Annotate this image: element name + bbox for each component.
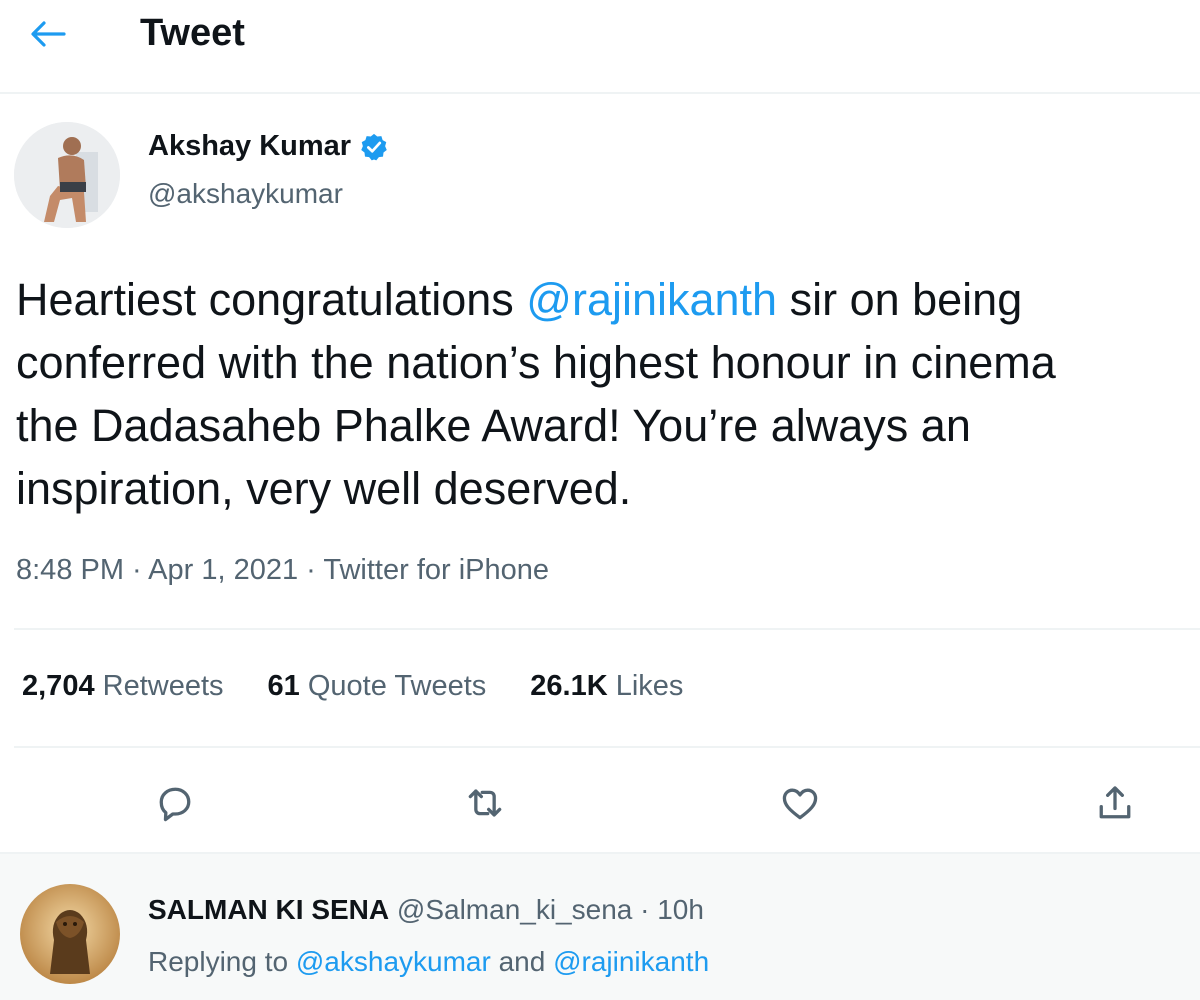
quote-tweets-stat[interactable]: 61 Quote Tweets: [268, 670, 487, 703]
share-button[interactable]: [1090, 778, 1140, 828]
likes-count: 26.1K: [530, 670, 608, 702]
tweet-actions: [0, 770, 1200, 836]
tweet-author: Akshay Kumar @akshaykumar: [0, 94, 1200, 244]
arrow-left-icon: [31, 21, 66, 47]
tweet-timestamp[interactable]: 8:48 PM · Apr 1, 2021 · Twitter for iPho…: [16, 554, 549, 587]
reply-handle-time[interactable]: @Salman_ki_sena · 10h: [397, 894, 704, 925]
retweet-icon: [468, 789, 502, 817]
share-icon: [1099, 786, 1131, 819]
quote-tweets-label: Quote Tweets: [307, 670, 487, 702]
mention-link[interactable]: @rajinikanth: [553, 946, 709, 977]
replying-prefix: Replying to: [148, 946, 296, 977]
reply-icon: [159, 787, 191, 822]
back-button[interactable]: [26, 14, 70, 54]
reply-header: SALMAN KI SENA @Salman_ki_sena · 10h: [148, 894, 704, 926]
quote-tweets-count: 61: [267, 670, 300, 702]
retweets-count: 2,704: [22, 670, 95, 702]
likes-stat[interactable]: 26.1K Likes: [530, 670, 683, 703]
avatar[interactable]: [14, 122, 120, 228]
replying-to: Replying to @akshaykumar and @rajinikant…: [148, 946, 709, 978]
reply-avatar-photo: [20, 884, 120, 984]
author-handle[interactable]: @akshaykumar: [148, 178, 343, 210]
author-name-row: Akshay Kumar: [148, 130, 389, 163]
tweet-text: Heartiest congratulations @rajinikanth s…: [16, 268, 1200, 520]
verified-badge-icon: [361, 133, 387, 160]
page-title: Tweet: [140, 12, 245, 54]
divider: [14, 746, 1200, 748]
tweet-text-part: Heartiest congratulations: [16, 274, 527, 325]
reply-avatar[interactable]: [20, 884, 120, 984]
author-name[interactable]: Akshay Kumar: [148, 130, 351, 163]
divider: [14, 628, 1200, 630]
like-button[interactable]: [775, 778, 825, 828]
mention-link[interactable]: @rajinikanth: [526, 274, 777, 325]
reply-tweet[interactable]: SALMAN KI SENA @Salman_ki_sena · 10h Rep…: [0, 854, 1200, 1000]
retweets-label: Retweets: [102, 670, 224, 702]
reply-button[interactable]: [150, 778, 200, 828]
likes-label: Likes: [615, 670, 684, 702]
mention-link[interactable]: @akshaykumar: [296, 946, 491, 977]
retweets-stat[interactable]: 2,704 Retweets: [22, 670, 224, 703]
tweet-stats: 2,704 Retweets 61 Quote Tweets 26.1K Lik…: [22, 670, 727, 703]
reply-author-name[interactable]: SALMAN KI SENA: [148, 894, 389, 925]
top-bar: Tweet: [0, 0, 1200, 94]
like-icon: [782, 788, 818, 820]
replying-and: and: [490, 946, 554, 977]
avatar-photo: [14, 122, 120, 228]
retweet-button[interactable]: [460, 778, 510, 828]
